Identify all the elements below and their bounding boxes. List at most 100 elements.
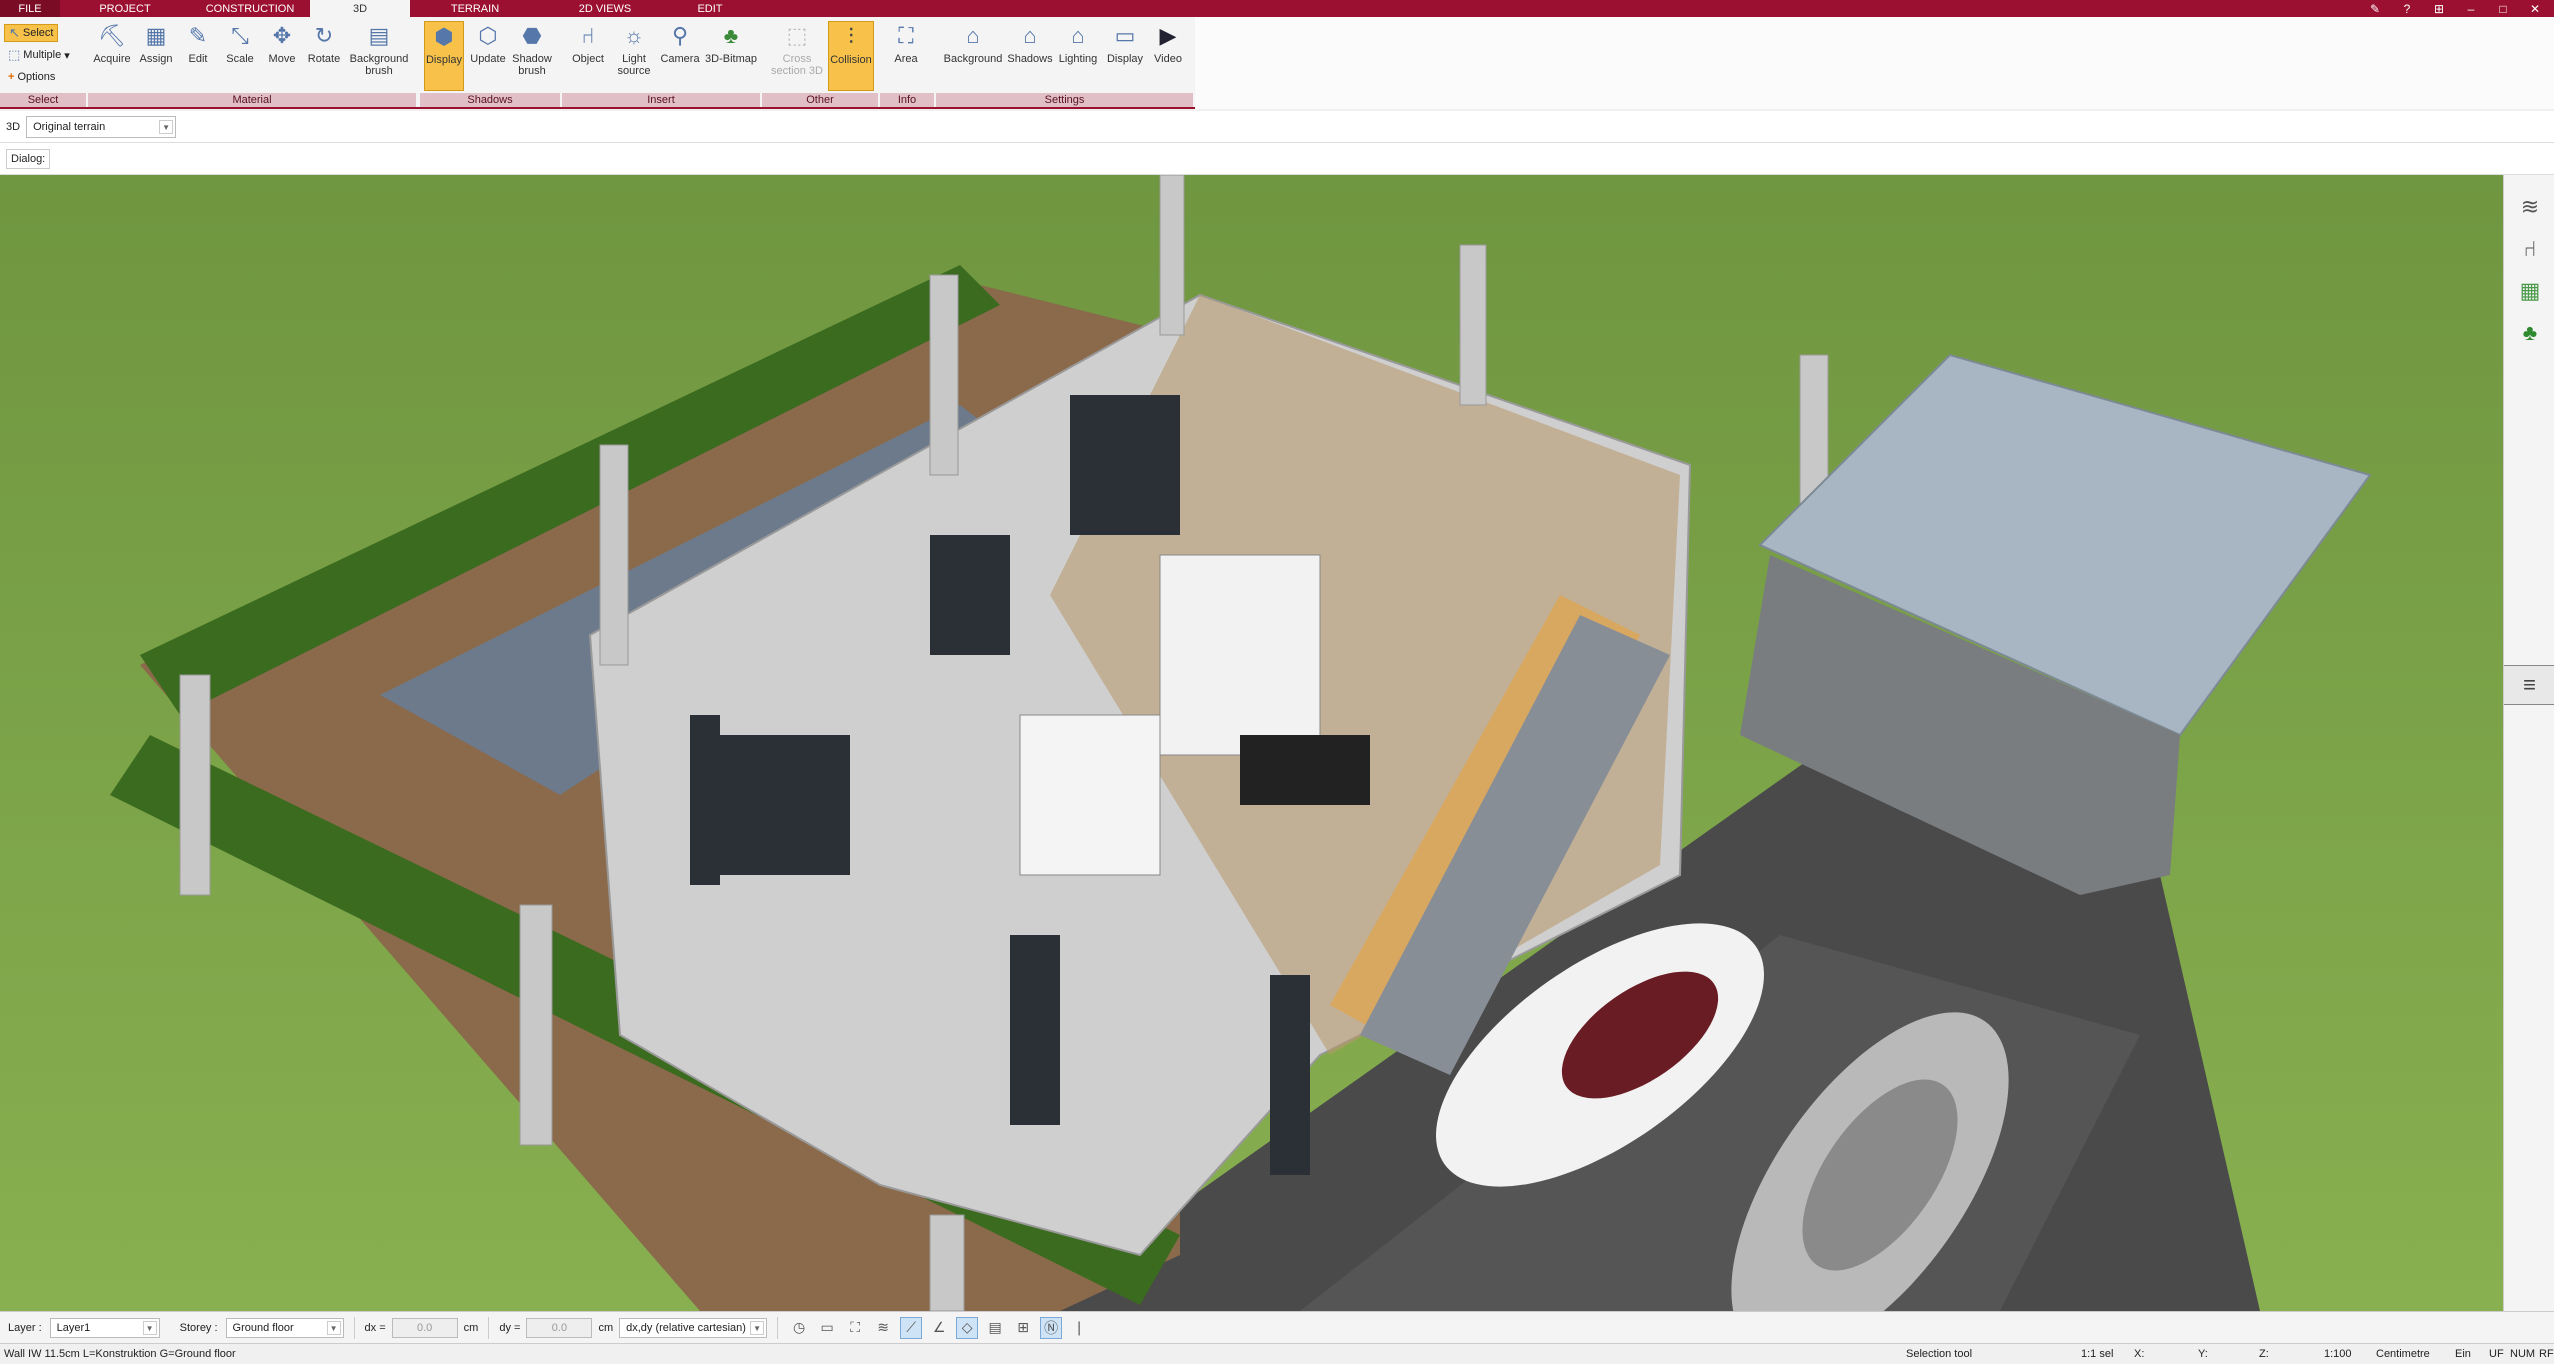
material-group: ⛏ Acquire ▦ Assign ✎ Edit ⤡ Scale ✥ Move ↻ Rot… — [88, 17, 416, 109]
tab-construction[interactable]: CONSTRUCTION — [190, 0, 310, 17]
group-label: Settings — [936, 93, 1193, 107]
grid-icon[interactable]: ⊞ — [1012, 1317, 1034, 1339]
tab-project[interactable]: PROJECT — [60, 0, 190, 17]
close-icon[interactable]: ✕ — [2526, 2, 2544, 16]
chevron-down-icon[interactable]: ▼ — [750, 1320, 765, 1335]
light-source-button[interactable]: ☼ Light source — [612, 21, 656, 78]
collision-button[interactable]: ⫶ Collision — [828, 21, 874, 91]
terrain-dropdown[interactable]: Original terrain ▼ — [26, 115, 177, 138]
select-group: ↖ Select ⬚ Multiple ▾ + Options Select — [0, 17, 86, 109]
group-label: Other — [762, 93, 878, 107]
layer-dropdown[interactable]: Layer1 ▼ — [49, 1317, 160, 1338]
shadow-brush-icon: ⬣ — [522, 23, 542, 48]
button-label: Edit — [188, 53, 208, 65]
monitor-icon: ▭ — [1114, 23, 1136, 48]
update-shadows-button[interactable]: ⬡ Update — [466, 21, 510, 66]
status-z: Z: — [2259, 1348, 2269, 1360]
background-button[interactable]: ⌂ Background — [942, 21, 1004, 66]
settings-group: ⌂ Background ⌂ Shadows ⌂ Lighting ▭ Display … — [936, 17, 1193, 109]
multiple-label: Multiple — [23, 49, 62, 61]
dy-unit: cm — [598, 1321, 614, 1334]
multiple-button[interactable]: ⬚ Multiple ▾ — [4, 46, 74, 64]
options-button[interactable]: + Options — [4, 68, 59, 86]
edit-button[interactable]: ✎ Edit — [176, 21, 220, 66]
select-button[interactable]: ↖ Select — [4, 24, 59, 42]
dialog-label: Dialog: — [6, 148, 51, 169]
brush-icon: ▦ — [145, 23, 167, 48]
other-group: ⬚ Cross section 3D ⫶ Collision Other — [762, 17, 878, 109]
ribbon-empty-area — [1195, 17, 2554, 109]
3d-viewport[interactable] — [0, 175, 2503, 1311]
shadow-brush-button[interactable]: ⬣ Shadow brush — [510, 21, 554, 78]
help-icon[interactable]: ? — [2398, 2, 2416, 16]
button-label: Move — [268, 53, 296, 65]
tools-icon[interactable]: ✎ — [2366, 2, 2384, 16]
chevron-down-icon[interactable]: ▼ — [142, 1320, 157, 1335]
dy-input[interactable]: 0.0 — [526, 1317, 593, 1338]
pin-icon[interactable]: ❘ — [1068, 1317, 1090, 1339]
house-icon: ⌂ — [966, 23, 980, 48]
materials-icon[interactable]: ▦ — [2516, 277, 2544, 305]
dialog-bar: Dialog: — [0, 143, 2554, 175]
layers-icon[interactable]: ≋ — [2516, 193, 2544, 221]
move-icon: ✥ — [272, 23, 292, 48]
snap-plane-icon[interactable]: ◇ — [956, 1316, 979, 1339]
shadows-settings-button[interactable]: ⌂ Shadows — [1006, 21, 1054, 66]
button-label: Light source — [617, 53, 651, 77]
assign-button[interactable]: ▦ Assign — [134, 21, 178, 66]
layers-icon[interactable]: ≋ — [872, 1317, 894, 1339]
ruler-icon[interactable]: ▤ — [984, 1317, 1006, 1339]
background-brush-button[interactable]: ▤ Background brush — [348, 21, 410, 78]
chevron-down-icon[interactable]: ▼ — [326, 1320, 341, 1335]
north-icon[interactable]: Ⓝ — [1040, 1316, 1063, 1339]
display-settings-button[interactable]: ▭ Display — [1102, 21, 1148, 66]
rotate-button[interactable]: ↻ Rotate — [302, 21, 346, 66]
area-button[interactable]: ⛶ Area — [884, 21, 928, 66]
3d-bitmap-button[interactable]: ♣ 3D-Bitmap — [704, 21, 758, 66]
chair-icon[interactable]: ⑁ — [2516, 235, 2544, 263]
acquire-button[interactable]: ⛏ Acquire — [90, 21, 134, 66]
storey-label: Storey : — [179, 1321, 218, 1334]
coord-mode-value: dx,dy (relative cartesian) — [626, 1321, 746, 1334]
divider — [353, 1316, 355, 1339]
maximize-icon[interactable]: □ — [2494, 2, 2512, 16]
tab-terrain[interactable]: TERRAIN — [410, 0, 540, 17]
divider — [777, 1316, 779, 1339]
kitchen-island — [1240, 735, 1370, 805]
layer-selector: Layer : Layer1 ▼ — [8, 1317, 160, 1338]
tab-3d[interactable]: 3D — [310, 0, 410, 17]
tab-2d-views[interactable]: 2D VIEWS — [540, 0, 670, 17]
tab-edit[interactable]: EDIT — [670, 0, 750, 17]
button-label: Collision — [830, 54, 872, 66]
scale-button[interactable]: ⤡ Scale — [218, 21, 262, 66]
lightbulb-icon: ☼ — [623, 23, 645, 48]
move-button[interactable]: ✥ Move — [260, 21, 304, 66]
cross-section-3d-button[interactable]: ⬚ Cross section 3D — [770, 21, 824, 78]
storey-dropdown[interactable]: Ground floor ▼ — [225, 1317, 344, 1338]
select-label: Select — [22, 27, 54, 39]
chevron-down-icon[interactable]: ▼ — [159, 119, 174, 134]
lighting-button[interactable]: ⌂ Lighting — [1054, 21, 1102, 66]
video-button[interactable]: ▶ Video — [1146, 21, 1190, 66]
button-label: Object — [572, 53, 604, 65]
button-label: Camera — [660, 53, 700, 65]
clock-icon[interactable]: ◷ — [788, 1317, 810, 1339]
camera-button[interactable]: ⚲ Camera — [658, 21, 702, 66]
right-toolbar: ≋ ⑁ ▦ ♣ ≡ — [2503, 175, 2554, 1311]
cross-section-icon: ⬚ — [786, 23, 808, 48]
screen-icon[interactable]: ▭ — [816, 1317, 838, 1339]
minimize-icon[interactable]: – — [2462, 2, 2480, 16]
coord-mode-dropdown[interactable]: dx,dy (relative cartesian) ▼ — [619, 1317, 768, 1338]
snap-icon[interactable]: ⛶ — [844, 1317, 866, 1339]
tree-icon[interactable]: ♣ — [2516, 319, 2544, 347]
dx-input[interactable]: 0.0 — [391, 1317, 458, 1338]
panel-handle-icon[interactable]: ≡ — [2504, 665, 2554, 705]
button-label: Background brush — [349, 53, 409, 77]
display-shadows-button[interactable]: ⬢ Display — [424, 21, 464, 91]
tab-file[interactable]: FILE — [0, 0, 60, 17]
snap-line-icon[interactable]: ⟋ — [900, 1316, 923, 1339]
object-button[interactable]: ⑁ Object — [566, 21, 610, 66]
snap-angle-icon[interactable]: ∠ — [928, 1317, 950, 1339]
play-icon: ▶ — [1159, 23, 1177, 48]
grid-icon[interactable]: ⊞ — [2430, 2, 2448, 16]
